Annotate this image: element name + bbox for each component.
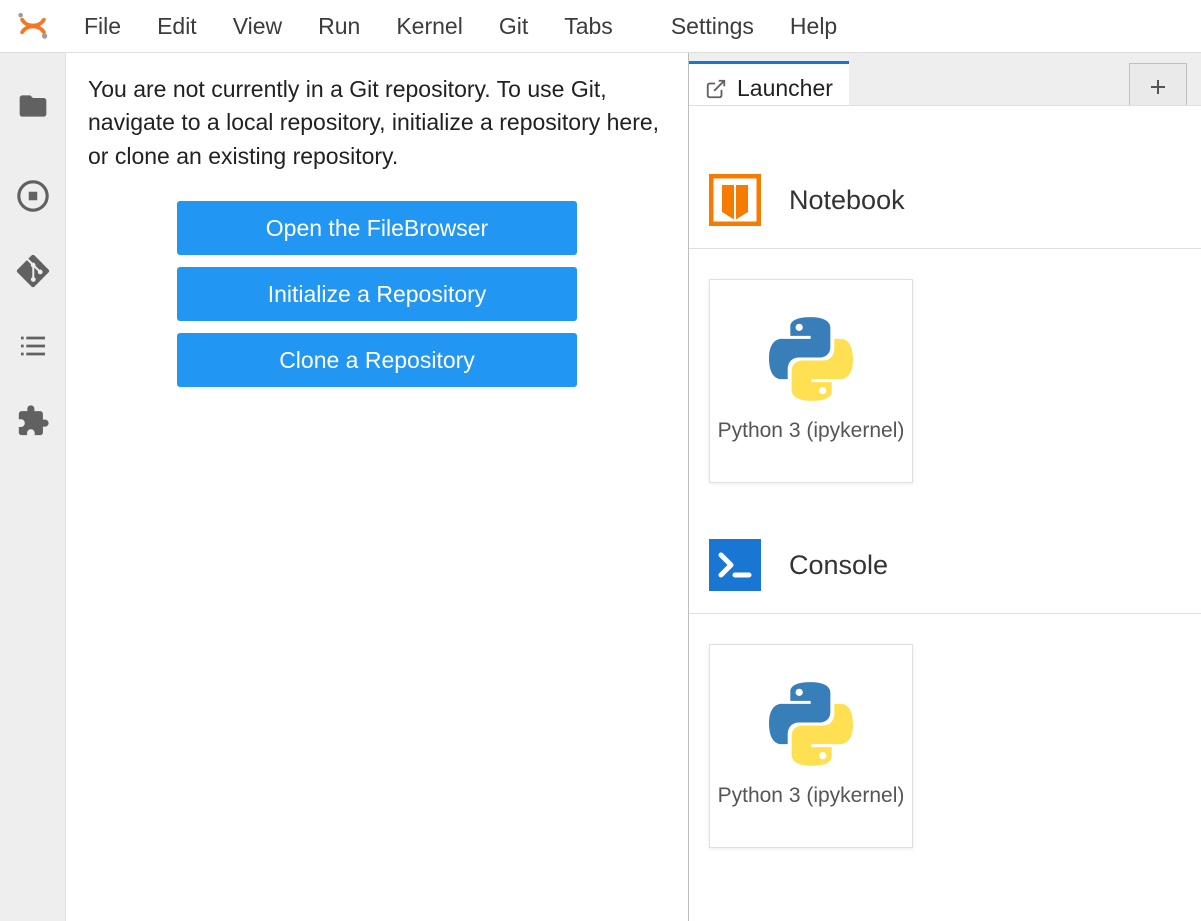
- menu-settings[interactable]: Settings: [653, 13, 772, 40]
- clone-repo-button[interactable]: Clone a Repository: [177, 333, 577, 387]
- launcher-area: Launcher Notebook: [689, 53, 1201, 921]
- left-rail: [0, 53, 66, 921]
- rail-toc[interactable]: [0, 308, 66, 383]
- menu-edit[interactable]: Edit: [139, 13, 215, 40]
- card-label: Python 3 (ipykernel): [718, 417, 905, 445]
- rail-git[interactable]: [0, 233, 66, 308]
- open-filebrowser-button[interactable]: Open the FileBrowser: [177, 201, 577, 255]
- menu-git[interactable]: Git: [481, 13, 546, 40]
- card-label: Python 3 (ipykernel): [718, 782, 905, 810]
- menubar: File Edit View Run Kernel Git Tabs Setti…: [0, 0, 1201, 53]
- menu-help[interactable]: Help: [772, 13, 855, 40]
- launcher-section-notebook: Notebook Python 3 (ipykernel): [689, 174, 1201, 483]
- plus-icon: [1146, 75, 1170, 99]
- jupyter-icon: [16, 9, 50, 43]
- git-message: You are not currently in a Git repositor…: [88, 73, 666, 173]
- python-icon: [769, 317, 853, 401]
- rail-extensions[interactable]: [0, 383, 66, 458]
- initialize-repo-button[interactable]: Initialize a Repository: [177, 267, 577, 321]
- menu-run[interactable]: Run: [300, 13, 378, 40]
- jupyter-logo[interactable]: [0, 9, 66, 43]
- extension-icon: [16, 404, 50, 438]
- notebook-icon: [709, 174, 761, 226]
- section-title-console: Console: [789, 550, 888, 581]
- add-tab-button[interactable]: [1129, 63, 1187, 111]
- tab-label: Launcher: [737, 75, 833, 102]
- menu-file[interactable]: File: [66, 13, 139, 40]
- python-icon: [769, 682, 853, 766]
- console-icon: [709, 539, 761, 591]
- git-panel: You are not currently in a Git repositor…: [66, 53, 689, 921]
- menu-view[interactable]: View: [215, 13, 300, 40]
- running-icon: [16, 179, 50, 213]
- toc-icon: [17, 330, 49, 362]
- rail-running[interactable]: [0, 158, 66, 233]
- menu-kernel[interactable]: Kernel: [378, 13, 480, 40]
- folder-icon: [17, 90, 49, 122]
- launcher-card-console-python3[interactable]: Python 3 (ipykernel): [709, 644, 913, 848]
- launcher-body: Notebook Python 3 (ipykernel): [689, 105, 1201, 921]
- menu-tabs[interactable]: Tabs: [546, 13, 631, 40]
- rail-filebrowser[interactable]: [0, 83, 66, 158]
- tabbar: Launcher: [689, 53, 1201, 105]
- launcher-card-notebook-python3[interactable]: Python 3 (ipykernel): [709, 279, 913, 483]
- launcher-section-console: Console Python 3 (ipykernel): [689, 539, 1201, 848]
- launch-icon: [705, 78, 727, 100]
- git-icon: [16, 254, 50, 288]
- section-title-notebook: Notebook: [789, 185, 905, 216]
